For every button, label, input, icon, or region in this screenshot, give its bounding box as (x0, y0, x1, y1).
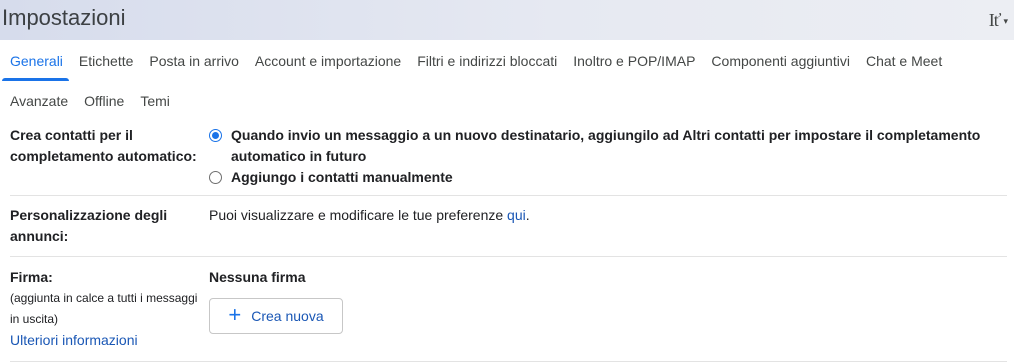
ads-personalization-label: Personalizzazione degli annunci: (10, 207, 168, 244)
autocomplete-section: Crea contatti per il completamento autom… (10, 123, 1007, 195)
no-signature-text: Nessuna firma (209, 269, 306, 285)
ads-personalization-section: Personalizzazione degli annunci: Puoi vi… (10, 195, 1007, 257)
create-signature-label: Crea nuova (251, 307, 324, 324)
tab-account-importazione[interactable]: Account e importazione (247, 41, 409, 81)
chevron-down-icon: ▾ (1003, 16, 1008, 26)
signature-content: Nessuna firma + Crea nuova (209, 267, 1004, 334)
tab-avanzate[interactable]: Avanzate (0, 81, 76, 121)
tab-componenti-aggiuntivi[interactable]: Componenti aggiuntivi (703, 41, 858, 81)
tab-posta-in-arrivo[interactable]: Posta in arrivo (141, 41, 246, 81)
input-tools-button[interactable]: Iť ▾ (989, 10, 1008, 31)
tab-etichette[interactable]: Etichette (71, 41, 141, 81)
autocomplete-option-manual[interactable]: Aggiungo i contatti manualmente (209, 167, 1004, 188)
tab-offline[interactable]: Offline (76, 81, 132, 121)
page-title: Impostazioni (2, 5, 126, 30)
signature-label: Firma: (10, 269, 53, 285)
tab-generali[interactable]: Generali (0, 41, 71, 81)
tab-chat-meet[interactable]: Chat e Meet (858, 41, 950, 81)
create-signature-button[interactable]: + Crea nuova (209, 298, 343, 334)
ads-period: . (525, 207, 530, 223)
tab-filtri[interactable]: Filtri e indirizzi bloccati (409, 41, 565, 81)
ads-personalization-text: Puoi visualizzare e modificare le tue pr… (209, 207, 508, 223)
plus-icon: + (228, 302, 242, 327)
settings-header: Impostazioni Iť ▾ (0, 0, 1014, 40)
ads-preferences-link[interactable]: qui (507, 207, 526, 223)
ads-personalization-content: Puoi visualizzare e modificare le tue pr… (209, 205, 1004, 226)
signature-section: Firma: (aggiunta in calce a tutti i mess… (10, 256, 1007, 362)
input-tools-icon: Iť (988, 10, 1002, 30)
autocomplete-option-auto[interactable]: Quando invio un messaggio a un nuovo des… (209, 125, 1004, 167)
radio-manual-add-label[interactable]: Aggiungo i contatti manualmente (231, 167, 453, 188)
radio-manual-add[interactable] (209, 171, 222, 184)
settings-tabs-row-1: Generali Etichette Posta in arrivo Accou… (0, 41, 950, 81)
autocomplete-label: Crea contatti per il completamento autom… (10, 127, 197, 164)
tab-inoltro-pop-imap[interactable]: Inoltro e POP/IMAP (565, 41, 703, 81)
autocomplete-options: Quando invio un messaggio a un nuovo des… (209, 125, 1004, 188)
more-info-link[interactable]: Ulteriori informazioni (10, 330, 206, 351)
settings-tabs-row-2: Avanzate Offline Temi (0, 81, 178, 121)
signature-label-block: Firma: (aggiunta in calce a tutti i mess… (10, 267, 206, 351)
radio-auto-add-label[interactable]: Quando invio un messaggio a un nuovo des… (231, 125, 1004, 167)
radio-auto-add[interactable] (209, 129, 222, 142)
signature-sublabel: (aggiunta in calce a tutti i messaggi in… (10, 291, 198, 326)
tab-temi[interactable]: Temi (132, 81, 178, 121)
